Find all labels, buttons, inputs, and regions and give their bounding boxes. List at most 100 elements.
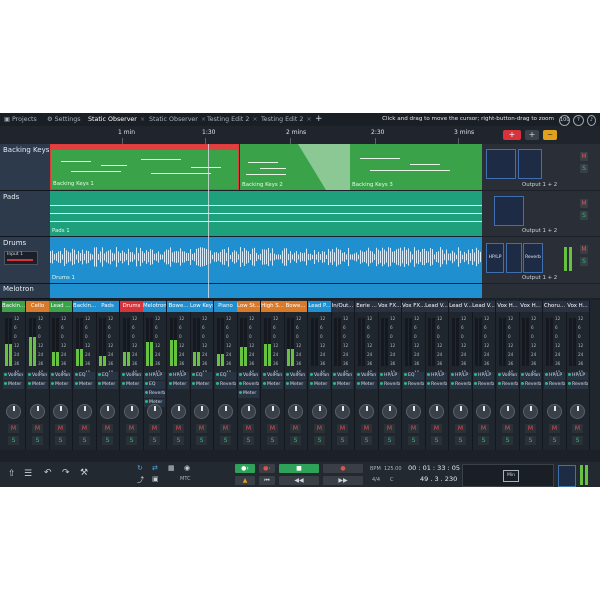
plugin-slot[interactable]: Meter — [3, 381, 24, 389]
strip-name[interactable]: Lead ... — [49, 301, 72, 312]
solo-button[interactable]: S — [196, 436, 207, 445]
mute-button[interactable]: M — [361, 424, 372, 433]
wrench-icon[interactable]: ⚒ — [80, 468, 88, 478]
solo-button[interactable]: S — [102, 436, 113, 445]
track-header-pads[interactable]: Pads — [0, 191, 50, 237]
redo-icon[interactable]: ↷ — [62, 468, 70, 478]
plugin-slot[interactable]: EQ — [191, 372, 212, 380]
pan-knob[interactable] — [30, 404, 45, 419]
strip-name[interactable]: Vox FX... — [402, 301, 425, 312]
strip-name[interactable]: Melotron — [143, 301, 166, 312]
solo-button[interactable]: S — [267, 436, 278, 445]
pan-knob[interactable] — [312, 404, 327, 419]
solo-button[interactable]: S — [580, 257, 588, 266]
plugin-thumbnail[interactable] — [506, 243, 522, 273]
mute-button[interactable]: M — [314, 424, 325, 433]
mute-button[interactable]: M — [102, 424, 113, 433]
pan-knob[interactable] — [6, 404, 21, 419]
pan-knob[interactable] — [218, 404, 233, 419]
tab-settings[interactable]: ⚙ Settings — [47, 113, 81, 126]
mute-button[interactable]: M — [79, 424, 90, 433]
plugin-slot[interactable]: VolPan — [497, 372, 518, 380]
solo-button[interactable]: S — [337, 436, 348, 445]
tab-static-observer-2[interactable]: Static Observer × — [149, 113, 206, 126]
pan-knob[interactable] — [288, 404, 303, 419]
plugin-thumbnail[interactable] — [518, 149, 542, 179]
lock-icon[interactable]: ▣ — [152, 475, 159, 483]
plugin-slot[interactable]: Reverb — [144, 390, 165, 398]
solo-button[interactable]: S — [8, 436, 19, 445]
record-mode-button[interactable]: ●› — [235, 464, 255, 473]
playhead[interactable] — [208, 144, 209, 298]
solo-button[interactable]: S — [384, 436, 395, 445]
plugin-slot[interactable]: Meter — [27, 381, 48, 389]
clip[interactable]: Backing Keys 2 — [240, 144, 350, 190]
track-header-drums[interactable]: Drums Input 1 — [0, 237, 50, 284]
solo-button[interactable]: S — [55, 436, 66, 445]
solo-button[interactable]: S — [408, 436, 419, 445]
solo-button[interactable]: S — [290, 436, 301, 445]
mute-button[interactable]: M — [384, 424, 395, 433]
skip-back-button[interactable]: ⏮ — [259, 476, 275, 485]
timeline-ruler[interactable]: 1 min 1:30 2 mins 2:30 3 mins — [50, 126, 482, 144]
strip-name[interactable]: Bowe... — [284, 301, 307, 312]
mute-button[interactable]: M — [220, 424, 231, 433]
warning-icon[interactable]: ▲ — [235, 476, 255, 485]
plugin-slot[interactable]: Reverb — [544, 381, 565, 389]
sync-icon[interactable]: ⇄ — [152, 464, 158, 472]
metronome-icon[interactable]: ♪ — [587, 115, 596, 126]
mute-button[interactable]: M — [267, 424, 278, 433]
menu-icon[interactable]: ☰ — [24, 469, 32, 479]
plugin-slot[interactable]: VolPan — [262, 372, 283, 380]
solo-button[interactable]: S — [243, 436, 254, 445]
track-lane-pads[interactable]: Pads 1 — [50, 191, 482, 236]
plugin-slot[interactable]: HP/LP — [567, 372, 588, 380]
clip[interactable]: Drums 1 — [50, 237, 482, 283]
punch-icon[interactable]: ⤴ — [137, 475, 144, 485]
globe-icon[interactable]: ◉ — [184, 464, 190, 472]
plugin-slot[interactable]: Reverb — [567, 381, 588, 389]
undo-icon[interactable]: ↶ — [44, 468, 52, 478]
min-button[interactable]: Min — [503, 470, 519, 482]
pan-knob[interactable] — [570, 404, 585, 419]
zoom-button[interactable]: 100 — [559, 115, 570, 126]
pan-knob[interactable] — [500, 404, 515, 419]
mute-button[interactable]: M — [149, 424, 160, 433]
solo-button[interactable]: S — [502, 436, 513, 445]
key-signature[interactable]: C — [390, 477, 394, 483]
pan-knob[interactable] — [171, 404, 186, 419]
loop-icon[interactable]: ↻ — [137, 464, 143, 472]
plugin-slot[interactable]: Meter — [121, 381, 142, 389]
solo-button[interactable]: S — [455, 436, 466, 445]
mute-button[interactable]: M — [196, 424, 207, 433]
clip[interactable]: Pads 1 — [50, 191, 482, 236]
strip-name[interactable]: Lead V... — [472, 301, 495, 312]
plugin-slot[interactable]: VolPan — [3, 372, 24, 380]
clip[interactable]: Backing Keys 1 — [50, 144, 239, 190]
plugin-slot[interactable]: Meter — [74, 381, 95, 389]
plugin-slot[interactable]: HP/LP — [450, 372, 471, 380]
pan-knob[interactable] — [523, 404, 538, 419]
input-selector[interactable]: Input 1 — [4, 251, 38, 265]
solo-button[interactable]: S — [549, 436, 560, 445]
solo-button[interactable]: S — [79, 436, 90, 445]
solo-button[interactable]: S — [572, 436, 583, 445]
solo-button[interactable]: S — [361, 436, 372, 445]
strip-name[interactable]: Pads — [96, 301, 119, 312]
strip-name[interactable]: Vox H... — [496, 301, 519, 312]
pan-knob[interactable] — [124, 404, 139, 419]
mute-button[interactable]: M — [572, 424, 583, 433]
plugin-slot[interactable]: VolPan — [285, 372, 306, 380]
close-icon[interactable]: × — [201, 116, 206, 123]
plugin-slot[interactable]: HP/LP — [144, 372, 165, 380]
plugin-slot[interactable]: Reverb — [379, 381, 400, 389]
plugin-slot[interactable]: HP/LP — [544, 372, 565, 380]
mute-button[interactable]: M — [8, 424, 19, 433]
mute-button[interactable]: M — [455, 424, 466, 433]
plugin-slot[interactable]: HP/LP — [473, 372, 494, 380]
pan-knob[interactable] — [147, 404, 162, 419]
strip-name[interactable]: Eerie ... — [355, 301, 378, 312]
help-button[interactable]: ? — [573, 115, 584, 126]
strip-name[interactable]: Cello — [26, 301, 49, 312]
plugin-slot[interactable]: VolPan — [332, 372, 353, 380]
